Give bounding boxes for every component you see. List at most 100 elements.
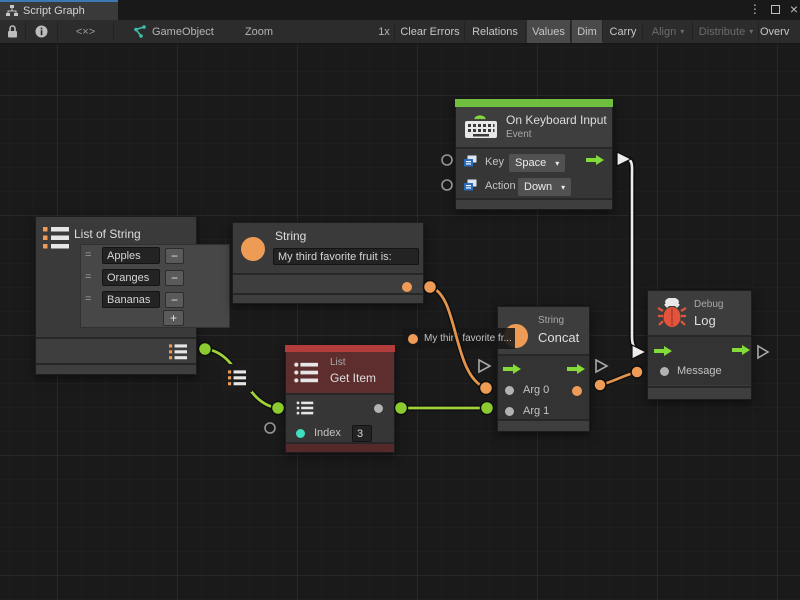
info-icon: [35, 25, 48, 38]
node-footer: [648, 386, 751, 399]
key-type-icon: [464, 179, 477, 191]
drag-handle-icon[interactable]: =: [85, 249, 91, 261]
action-port-label: Action: [485, 180, 516, 192]
remove-item-button[interactable]: −: [165, 248, 184, 264]
list-icon: [228, 369, 246, 387]
error-accent-bar: [285, 345, 395, 352]
tab-script-graph[interactable]: Script Graph: [0, 0, 118, 20]
chevron-down-icon: ▾: [555, 159, 559, 168]
key-port-label: Key: [485, 156, 504, 168]
node-footer: [233, 293, 423, 303]
menu-icon[interactable]: ⋮: [749, 0, 761, 18]
flow-output-port[interactable]: [732, 344, 751, 356]
align-dropdown[interactable]: Align ▾: [644, 20, 692, 43]
flow-input-port[interactable]: [654, 345, 673, 357]
maximize-icon[interactable]: [771, 5, 780, 14]
flow-output-port[interactable]: [567, 363, 586, 375]
node-title: On Keyboard Input: [506, 113, 607, 127]
zoom-value: 1x: [374, 20, 394, 43]
close-icon[interactable]: ×: [790, 0, 798, 18]
arg0-label: Arg 0: [523, 384, 549, 396]
clear-errors-button[interactable]: Clear Errors: [396, 20, 464, 43]
carry-toggle[interactable]: Carry: [604, 20, 642, 43]
string-value-field[interactable]: [273, 248, 419, 265]
index-input-port[interactable]: [296, 429, 305, 438]
overview-button[interactable]: Overv: [760, 20, 800, 43]
node-string-literal[interactable]: String: [232, 222, 424, 304]
info-button[interactable]: [26, 20, 56, 43]
bug-icon: [657, 298, 687, 328]
wire-value-text: My third favorite fr...: [424, 333, 512, 344]
list-output-port[interactable]: [168, 343, 188, 361]
node-get-item[interactable]: List Get Item Index: [285, 345, 395, 453]
tab-bar: Script Graph ⋮ ×: [0, 0, 800, 20]
list-item-field[interactable]: [102, 247, 160, 264]
gameobject-label[interactable]: GameObject: [152, 20, 214, 43]
node-category: Debug: [694, 299, 723, 310]
index-port-label: Index: [314, 427, 341, 439]
flow-output-port[interactable]: [586, 154, 605, 166]
list-item-field[interactable]: [102, 291, 160, 308]
gameobject-icon: [128, 20, 150, 43]
list-editor: = − = − = − +: [80, 244, 230, 328]
list-icon: [294, 360, 318, 386]
node-title: String: [275, 229, 306, 243]
arg1-label: Arg 1: [523, 405, 549, 417]
list-item-field[interactable]: [102, 269, 160, 286]
drag-handle-icon[interactable]: =: [85, 271, 91, 283]
tab-title: Script Graph: [23, 5, 85, 17]
event-node-accent-bar: [455, 99, 613, 107]
node-subtitle: Event: [506, 129, 532, 140]
node-footer: [36, 363, 196, 374]
drag-handle-icon[interactable]: =: [85, 293, 91, 305]
action-value-dropdown[interactable]: Down ▾: [518, 178, 571, 196]
chevron-down-icon: ▾: [749, 27, 753, 36]
node-title: Log: [694, 313, 716, 328]
list-icon: [43, 225, 69, 251]
string-output-port[interactable]: [402, 282, 412, 292]
node-footer: [498, 419, 589, 431]
window-controls: ⋮ ×: [749, 0, 798, 18]
key-value-dropdown[interactable]: Space ▾: [509, 154, 565, 172]
node-list-of-string[interactable]: List of String = − = − = − +: [35, 216, 197, 375]
distribute-dropdown[interactable]: Distribute ▾: [694, 20, 758, 43]
node-category: List: [330, 357, 346, 368]
add-item-button[interactable]: +: [163, 310, 184, 326]
node-on-keyboard-input[interactable]: On Keyboard Input Event Key Space ▾ A: [455, 99, 613, 210]
remove-item-button[interactable]: −: [165, 292, 184, 308]
key-type-icon: [464, 155, 477, 167]
node-title: List of String: [74, 227, 141, 241]
arg1-input-port[interactable]: [505, 407, 514, 416]
dim-toggle[interactable]: Dim: [572, 20, 602, 43]
code-preview-toggle[interactable]: <×>: [58, 20, 113, 43]
message-input-port[interactable]: [660, 367, 669, 376]
result-output-port[interactable]: [572, 386, 582, 396]
relations-button[interactable]: Relations: [466, 20, 524, 43]
values-toggle[interactable]: Values: [527, 20, 570, 43]
lock-icon: [7, 25, 18, 38]
string-type-icon: [408, 334, 418, 344]
string-type-icon: [241, 237, 265, 261]
align-label: Align: [652, 26, 676, 38]
lock-button[interactable]: [0, 20, 25, 43]
arg0-input-port[interactable]: [505, 386, 514, 395]
index-value-field[interactable]: [352, 425, 372, 442]
list-input-port[interactable]: [296, 401, 314, 415]
chevron-down-icon: ▾: [561, 183, 565, 192]
chevron-down-icon: ▾: [680, 27, 684, 36]
distribute-label: Distribute: [699, 26, 745, 38]
node-debug-log[interactable]: Debug Log Message: [647, 290, 752, 400]
wire-list-value-preview: [222, 364, 252, 392]
key-value: Space: [515, 157, 546, 169]
graph-hierarchy-icon: [6, 5, 18, 17]
node-footer: [286, 442, 394, 452]
flow-input-port[interactable]: [503, 363, 522, 375]
node-concat[interactable]: String Concat Arg 0 Arg 1: [497, 306, 590, 432]
keyboard-icon: [464, 111, 498, 139]
item-output-port[interactable]: [374, 404, 383, 413]
wire-value-preview: My third favorite fr...: [402, 328, 515, 349]
action-value: Down: [524, 181, 552, 193]
unity-script-graph-window: Script Graph ⋮ × <×>: [0, 0, 800, 600]
remove-item-button[interactable]: −: [165, 270, 184, 286]
graph-toolbar: <×> GameObject Zoom 1x Clear Errors Rela…: [0, 20, 800, 44]
